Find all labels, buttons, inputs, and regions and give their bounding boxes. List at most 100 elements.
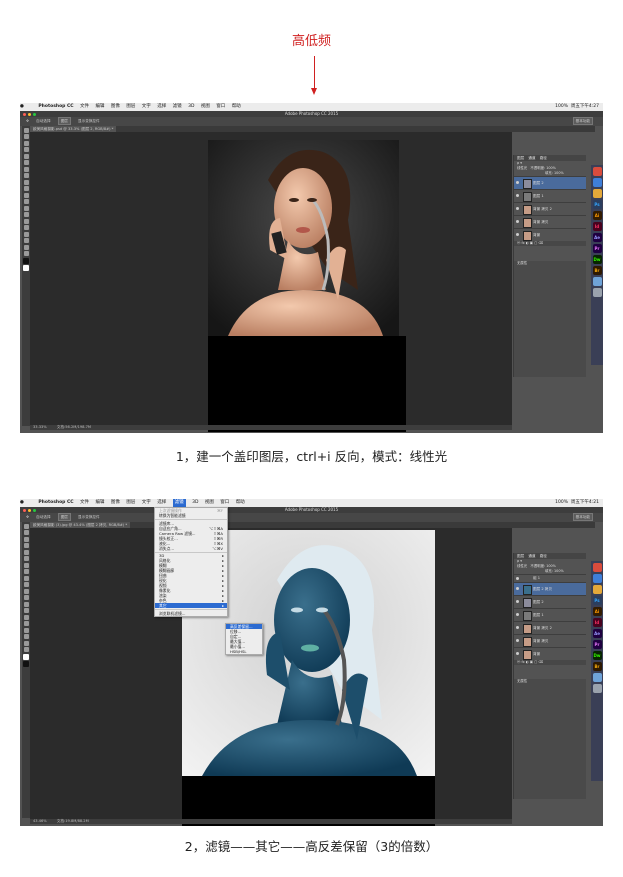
marquee-tool-icon[interactable] [23,134,29,139]
menu-3d[interactable]: 3D [192,499,198,507]
status-zoom[interactable]: 33.33% [33,425,47,429]
fill-field[interactable]: 填充: 100% [545,171,564,175]
eye-icon[interactable] [516,652,519,655]
blur-tool-icon[interactable] [23,601,29,607]
menu-image[interactable]: 图像 [111,103,120,111]
eye-icon[interactable] [516,207,519,210]
move-tool-icon[interactable] [23,523,29,529]
menu-filter[interactable]: 滤镜 [172,499,186,507]
eye-icon[interactable] [516,587,519,590]
aftereffects-app-icon[interactable]: Ae [592,233,602,242]
tab-channels[interactable]: 通道 [528,554,535,558]
blend-mode-select[interactable]: 线性光 [517,166,527,170]
dodge-tool-icon[interactable] [23,608,29,613]
foreground-color-swatch[interactable] [23,653,29,660]
menu-3d[interactable]: 3D [188,103,194,111]
calendar-app-icon[interactable] [592,563,602,572]
fill-field[interactable]: 填充: 100% [545,569,564,573]
layer-actions-bar[interactable]: ⓜ fx ◐ ▣ ▢ ⌫ [514,660,586,665]
layer-row[interactable]: 背景 [514,647,586,660]
layer-row[interactable]: 背景 拷贝 2 [514,202,586,215]
layer-row[interactable]: 背景 拷贝 [514,634,586,647]
app-icon[interactable] [592,585,602,594]
menu-item-convert-smart-filter[interactable]: 转换为智能滤镜 [155,513,227,518]
tab-layers[interactable]: 图层 [517,554,524,558]
menu-window[interactable]: 窗口 [216,103,225,111]
indesign-app-icon[interactable]: Id [592,222,602,231]
menu-edit[interactable]: 编辑 [95,499,104,507]
app-menu[interactable]: Photoshop CC [38,103,73,111]
crop-tool-icon[interactable] [23,549,29,555]
eye-icon[interactable] [516,626,519,629]
quick-select-tool-icon[interactable] [23,543,29,548]
menu-view[interactable]: 视图 [205,499,214,507]
auto-select-checkbox[interactable]: 自动选择 [36,119,50,123]
background-color-swatch[interactable] [23,661,29,667]
auto-select-target[interactable]: 图层 [57,513,71,521]
menu-item-other[interactable]: 其它 ▸ [155,603,227,608]
layer-row[interactable]: 背景 [514,228,586,241]
foreground-color-swatch[interactable] [23,257,29,264]
photoshop-app-icon[interactable]: Ps [592,200,602,209]
minimize-window-icon[interactable] [28,508,31,512]
tab-channels[interactable]: 通道 [528,156,535,160]
menu-item-vanishing-point[interactable]: 消失点... ⌥⌘V [155,546,227,551]
lasso-tool-icon[interactable] [23,536,29,542]
zoom-tool-icon[interactable] [23,647,29,652]
premiere-app-icon[interactable]: Pr [592,244,602,253]
safari-app-icon[interactable] [592,178,602,187]
app-menu[interactable]: Photoshop CC [38,499,73,507]
shape-tool-icon[interactable] [23,238,29,243]
menu-file[interactable]: 文件 [80,103,89,111]
menu-item-browse-online-filters[interactable]: 浏览联机滤镜... [155,611,227,616]
dreamweaver-app-icon[interactable]: Dw [592,651,602,660]
close-window-icon[interactable] [23,508,26,512]
eye-icon[interactable] [516,194,519,197]
shape-tool-icon[interactable] [23,634,29,639]
dodge-tool-icon[interactable] [23,212,29,217]
dreamweaver-app-icon[interactable]: Dw [592,255,602,264]
layer-row[interactable]: 背景 拷贝 2 [514,621,586,634]
illustrator-app-icon[interactable]: Ai [592,607,602,616]
menu-file[interactable]: 文件 [80,499,89,507]
blur-tool-icon[interactable] [23,205,29,211]
illustrator-app-icon[interactable]: Ai [592,211,602,220]
eye-icon[interactable] [516,639,519,642]
workspace-select[interactable]: 基本功能 [572,513,593,521]
eye-icon[interactable] [516,600,519,603]
hand-tool-icon[interactable] [23,640,29,646]
eye-icon[interactable] [516,220,519,223]
pen-tool-icon[interactable] [23,614,29,620]
eraser-tool-icon[interactable] [23,588,29,594]
type-tool-icon[interactable] [23,225,29,230]
menu-edit[interactable]: 编辑 [95,103,104,111]
gradient-tool-icon[interactable] [23,199,29,204]
folder-icon[interactable] [592,673,602,682]
tab-paths[interactable]: 路径 [540,554,547,558]
layer-group-row[interactable]: 组 1 [514,574,586,582]
submenu-item-hsb-hsl[interactable]: HSB/HSL [226,649,262,654]
opacity-field[interactable]: 不透明度: 100% [530,564,555,568]
layer-row[interactable]: 图层 2 [514,176,586,189]
zoom-window-icon[interactable] [33,112,36,116]
pen-tool-icon[interactable] [23,218,29,224]
menu-layer[interactable]: 图层 [126,499,135,507]
zoom-window-icon[interactable] [33,508,36,512]
crop-tool-icon[interactable] [23,153,29,159]
tab-layers[interactable]: 图层 [517,156,524,160]
eyedropper-tool-icon[interactable] [23,556,29,561]
zoom-tool-icon[interactable] [23,251,29,256]
eye-icon[interactable] [516,181,519,184]
menu-view[interactable]: 视图 [201,103,210,111]
eye-icon[interactable] [516,613,519,616]
gradient-tool-icon[interactable] [23,595,29,600]
folder-icon[interactable] [592,277,602,286]
type-tool-icon[interactable] [23,621,29,626]
indesign-app-icon[interactable]: Id [592,618,602,627]
quick-select-tool-icon[interactable] [23,147,29,152]
clone-stamp-tool-icon[interactable] [23,179,29,185]
menu-window[interactable]: 窗口 [220,499,229,507]
minimize-window-icon[interactable] [28,112,31,116]
auto-select-checkbox[interactable]: 自动选择 [36,515,50,519]
tab-paths[interactable]: 路径 [540,156,547,160]
